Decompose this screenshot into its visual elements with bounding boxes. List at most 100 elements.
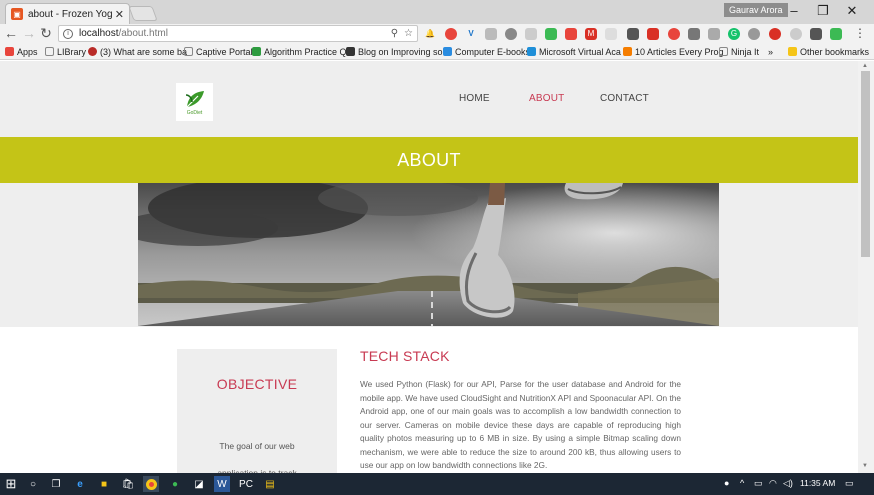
restore-icon[interactable]: ❐ [809,3,837,19]
scroll-thumb[interactable] [861,71,870,257]
bookmark-ninja[interactable]: Ninja It [719,45,759,58]
page-viewport: GoDiet HOME ABOUT CONTACT ABOUT OBJECTIV… [0,61,858,473]
bookmark-other[interactable]: Other bookmarks [788,45,869,58]
opera-icon[interactable] [668,28,680,40]
extension-icon[interactable] [525,28,537,40]
info-icon[interactable]: i [63,28,73,39]
volume-icon[interactable]: ◁) [783,478,793,489]
back-icon[interactable]: ← [3,25,19,42]
forward-icon[interactable]: → [21,25,37,42]
scroll-down-arrow-icon[interactable]: ▼ [862,463,868,469]
extension-icon[interactable] [647,28,659,40]
bookmark-captive-portal[interactable]: Captive Portal [184,45,253,58]
bookmark-algorithm[interactable]: Algorithm Practice Q [252,45,347,58]
bookmark-star-icon[interactable]: ☆ [404,28,413,39]
extension-icon[interactable] [688,28,700,40]
bookmark-articles[interactable]: 10 Articles Every Prog [623,45,724,58]
page-scrollbar[interactable]: ▲ ▼ [858,61,874,473]
search-cortana-icon[interactable]: ○ [25,476,41,492]
extension-icon[interactable] [505,28,517,40]
extension-icon[interactable] [545,28,557,40]
blogger-icon [623,47,632,56]
app-icon[interactable]: ◪ [191,476,207,492]
extension-icon[interactable] [445,28,457,40]
nav-about-link[interactable]: ABOUT [529,93,564,104]
reload-icon[interactable]: ↻ [38,25,54,42]
site-header: GoDiet HOME ABOUT CONTACT [0,61,858,137]
bookmark-label: Computer E-books [455,46,531,57]
page-favicon-icon: ▣ [11,8,23,20]
messaging-icon[interactable]: ● [167,476,183,492]
bookmark-label: 10 Articles Every Prog [635,46,724,57]
close-tab-icon[interactable]: ✕ [115,8,124,21]
download-icon [443,47,452,56]
bookmark-label: Blog on Improving so [358,46,443,57]
profile-button[interactable]: Gaurav Arora [724,3,788,17]
page-icon [45,47,54,56]
extension-icon[interactable] [627,28,639,40]
blog-icon [346,47,355,56]
extension-icon[interactable] [565,28,577,40]
v-extension-icon[interactable]: V [465,28,477,40]
taskbar-clock[interactable]: 11:35 AM [800,478,835,488]
extension-icon[interactable] [708,28,720,40]
tray-icon[interactable]: ● [724,478,729,488]
word-icon[interactable]: W [214,476,230,492]
show-hidden-icons-icon[interactable]: ^ [740,478,744,488]
bookmark-label: LIBrary [57,46,87,57]
bookmark-label: Captive Portal [196,46,253,57]
battery-icon[interactable]: ▭ [754,478,763,489]
edge-icon[interactable]: e [72,476,88,492]
page-title: ABOUT [397,149,461,170]
scroll-up-arrow-icon[interactable]: ▲ [862,63,868,69]
hero-image [138,183,719,326]
extension-icon[interactable] [605,28,617,40]
minimize-icon[interactable]: – [780,3,808,18]
address-bar[interactable]: i localhost/about.html ⚲ ☆ [58,25,418,42]
file-explorer-icon[interactable]: ■ [96,476,112,492]
gmail-icon[interactable]: M [585,28,597,40]
notepad-icon[interactable]: ▤ [262,476,278,492]
bell-extension-icon[interactable]: 🔔 [424,28,436,40]
wifi-icon[interactable]: ◠ [769,478,777,489]
browser-toolbar: ← → ↻ i localhost/about.html ⚲ ☆ 🔔 V M G… [0,24,874,44]
bookmark-quora[interactable]: (3) What are some ba [88,45,187,58]
extension-icon[interactable] [748,28,760,40]
site-logo[interactable]: GoDiet [176,83,213,121]
new-tab-button[interactable] [128,6,158,21]
hackerrank-icon [252,47,261,56]
objective-line: The goal of our web [219,441,295,451]
bookmark-apps[interactable]: Apps [5,45,38,58]
close-window-icon[interactable]: ✕ [838,3,866,19]
more-bookmarks-chevron-icon[interactable]: » [768,45,773,58]
task-view-icon[interactable]: ❐ [48,476,64,492]
bookmark-label: Apps [17,46,38,57]
chrome-menu-icon[interactable]: ⋮ [854,26,866,40]
nav-contact-link[interactable]: CONTACT [600,93,649,104]
windows-start-icon[interactable]: ⊞ [3,476,19,492]
tab-title: about - Frozen Yogurt Sh [28,8,112,20]
chrome-taskbar-icon[interactable] [143,476,159,492]
url-path: /about.html [118,28,168,39]
adblock-icon[interactable] [769,28,781,40]
search-icon[interactable]: ⚲ [391,28,398,39]
bookmark-label: Algorithm Practice Q [264,46,347,57]
nav-home-link[interactable]: HOME [459,93,490,104]
notification-center-icon[interactable]: ▭ [845,478,854,489]
grammarly-icon[interactable]: G [728,28,740,40]
bookmark-blog[interactable]: Blog on Improving so [346,45,443,58]
bookmark-library[interactable]: LIBrary [45,45,86,58]
bookmark-label: Ninja It [731,46,760,57]
bookmark-ebooks[interactable]: Computer E-books [443,45,530,58]
objective-card: OBJECTIVE The goal of our web applicatio… [177,349,337,473]
browser-tab[interactable]: ▣ about - Frozen Yogurt Sh ✕ [5,3,130,24]
extension-icon[interactable] [830,28,842,40]
bookmark-mva[interactable]: Microsoft Virtual Aca [527,45,621,58]
extension-icon[interactable] [810,28,822,40]
objective-line: application is to track [217,468,297,473]
quora-icon [88,47,97,56]
store-icon[interactable]: 🛍 [120,476,136,492]
extension-icon[interactable] [790,28,802,40]
pycharm-icon[interactable]: PC [238,476,254,492]
extension-icon[interactable] [485,28,497,40]
